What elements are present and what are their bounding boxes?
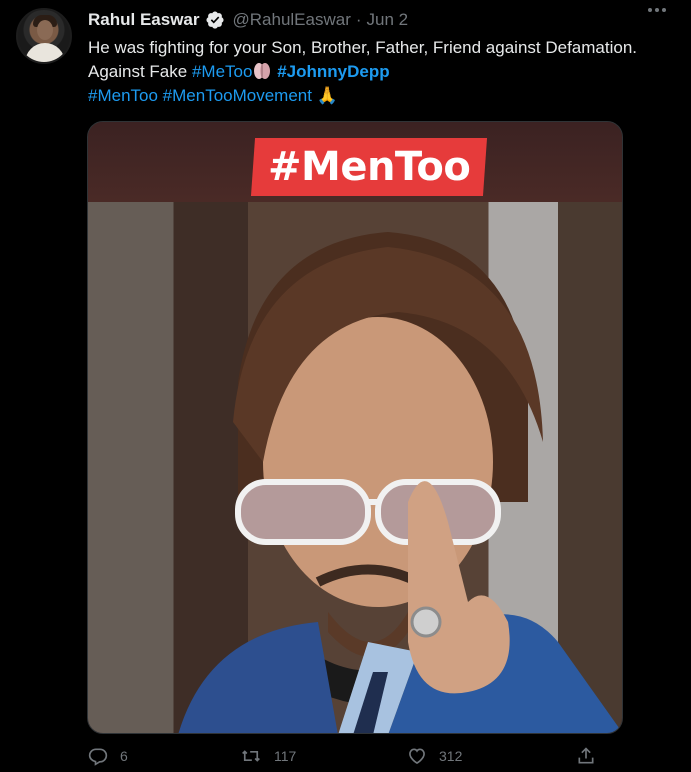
media-photo	[88, 202, 622, 733]
mentoo-banner-label: #MenToo	[250, 138, 488, 196]
mentoo-banner-text: #MenToo	[267, 144, 471, 190]
like-button[interactable]: 312	[407, 746, 462, 766]
metoo-hashflag-icon	[252, 61, 272, 81]
verified-badge-icon	[205, 10, 225, 30]
text-against-fake: Against Fake	[88, 62, 188, 81]
pray-emoji: 🙏	[316, 86, 338, 105]
retweet-button[interactable]: 117	[240, 746, 296, 766]
separator-dot: ·	[355, 10, 362, 29]
hashtag-mentoomovement[interactable]: #MenTooMovement	[163, 86, 312, 105]
hashtag-metoo[interactable]: #MeToo	[192, 62, 252, 81]
more-icon[interactable]	[648, 8, 666, 12]
like-count: 312	[439, 748, 463, 764]
action-bar: 6 117 312	[0, 746, 691, 772]
tweet-header: Rahul Easwar @RahulEaswar · Jun 2	[88, 10, 408, 30]
hashtag-johnnydepp[interactable]: #JohnnyDepp	[277, 62, 389, 81]
hashtag-mentoo[interactable]: #MenToo	[88, 86, 158, 105]
tweet[interactable]: Rahul Easwar @RahulEaswar · Jun 2 He was…	[0, 0, 691, 772]
avatar[interactable]	[16, 8, 72, 64]
share-icon	[576, 746, 596, 766]
share-button[interactable]	[576, 746, 596, 766]
tweet-text: He was fighting for your Son, Brother, F…	[88, 36, 684, 108]
reply-icon	[88, 746, 108, 766]
reply-button[interactable]: 6	[88, 746, 128, 766]
retweet-count: 117	[274, 748, 297, 764]
author-name[interactable]: Rahul Easwar	[88, 10, 200, 30]
reply-count: 6	[120, 748, 128, 764]
tweet-date[interactable]: Jun 2	[367, 10, 409, 30]
retweet-icon	[240, 746, 262, 766]
tweet-text-line-2: Against Fake #MeToo #JohnnyDepp	[88, 60, 684, 84]
heart-icon	[407, 746, 427, 766]
tweet-media-image[interactable]: #MenToo	[87, 121, 623, 734]
author-handle[interactable]: @RahulEaswar	[233, 10, 351, 30]
tweet-text-line-3: #MenToo #MenTooMovement 🙏	[88, 84, 684, 108]
media-banner: #MenToo	[88, 122, 622, 202]
tweet-text-line-1: He was fighting for your Son, Brother, F…	[88, 38, 638, 57]
